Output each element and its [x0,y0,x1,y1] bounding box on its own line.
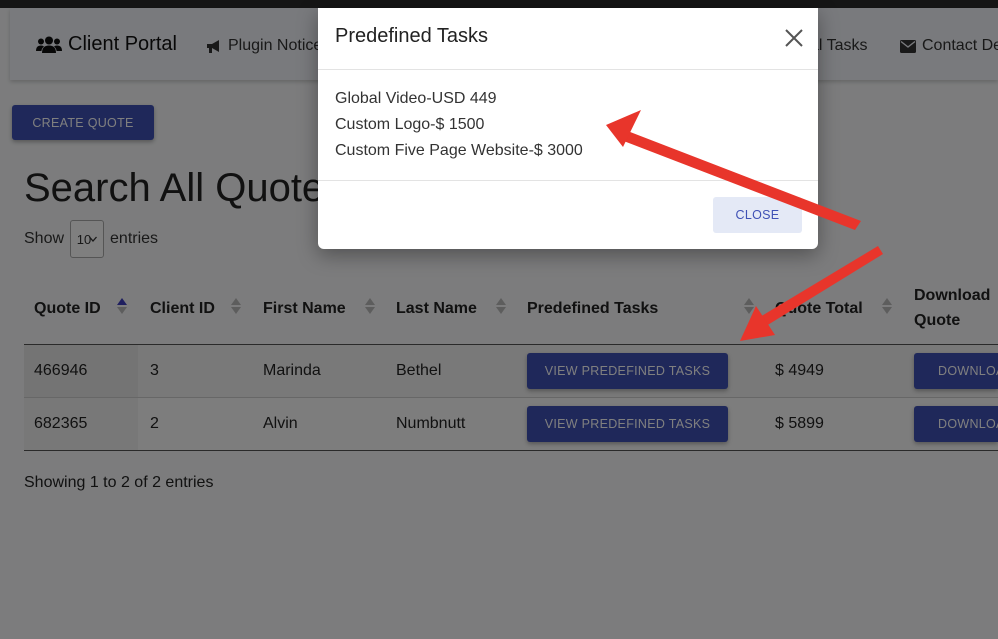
modal-title: Predefined Tasks [335,25,489,47]
task-item: Custom Logo-$ 1500 [335,116,485,133]
task-item: Global Video-USD 449 [335,90,497,107]
close-icon[interactable] [780,24,808,52]
task-item: Custom Five Page Website-$ 3000 [335,142,583,159]
close-button[interactable]: CLOSE [713,197,802,233]
modal-header-divider [318,69,818,70]
predefined-tasks-modal: Predefined Tasks Global Video-USD 449 Cu… [318,8,818,249]
modal-footer-divider [318,180,818,181]
